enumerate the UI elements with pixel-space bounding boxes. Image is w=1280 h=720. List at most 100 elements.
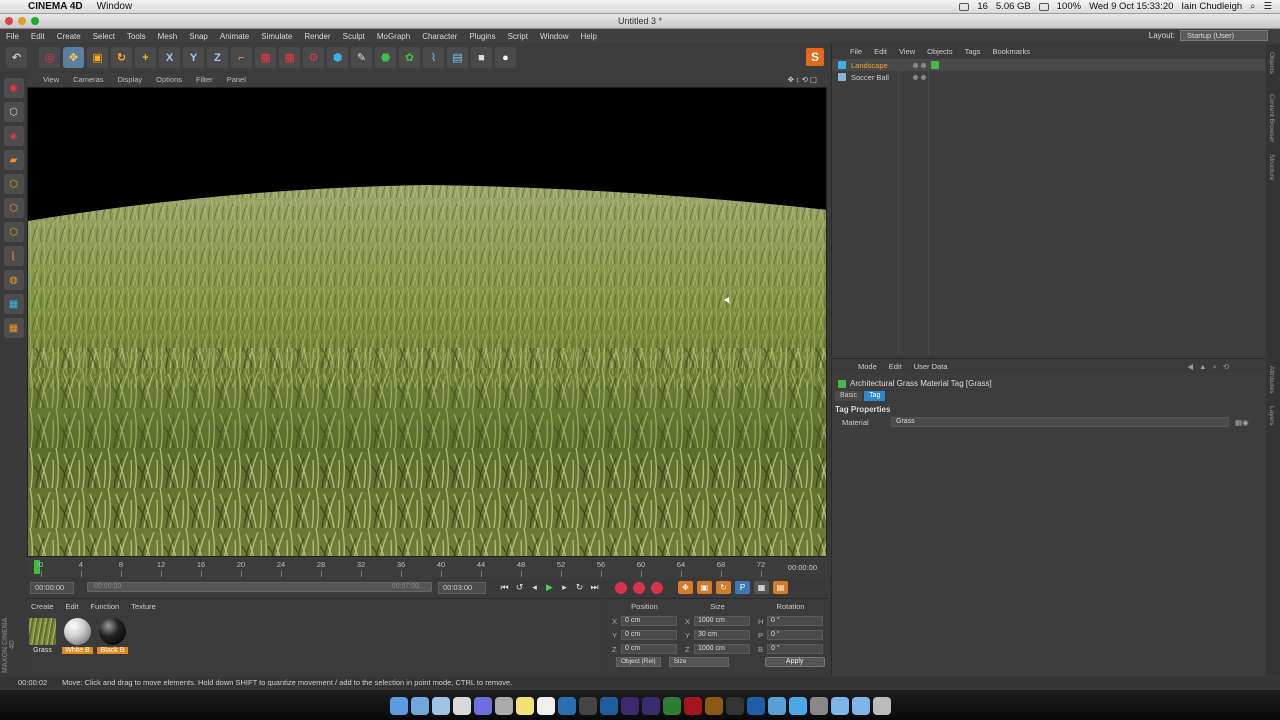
app-icon[interactable] [767,697,786,715]
safari-icon[interactable] [410,697,429,715]
position-z-field[interactable]: 0 cm [621,644,677,654]
tab-basic[interactable]: Basic [835,391,863,401]
link-menu-icon[interactable]: ▦◉ [1235,418,1249,427]
grass-tag-icon[interactable] [931,61,939,69]
menu-simulate[interactable]: Simulate [261,32,292,41]
itunes-icon[interactable] [473,697,492,715]
timeline-window-icon[interactable]: ▤ [773,581,788,594]
viewport-nav-icons[interactable]: ✥↕⟲▢ [788,75,819,84]
light-icon[interactable]: ● [495,47,516,68]
attr-menu-edit[interactable]: Edit [889,362,902,371]
texture-mode-icon[interactable]: ◈ [3,126,24,146]
app-icon[interactable] [725,697,744,715]
y-axis-icon[interactable]: Y [183,47,204,68]
spotlight-icon[interactable]: ⌕ [1250,1,1255,12]
menu-sculpt[interactable]: Sculpt [343,32,365,41]
z-axis-icon[interactable]: Z [207,47,228,68]
word-icon[interactable] [746,697,765,715]
position-x-field[interactable]: 0 cm [621,616,677,626]
render-picture-icon[interactable]: ▦ [279,47,300,68]
rotation-p-field[interactable]: 0 ° [767,630,823,640]
attr-menu-mode[interactable]: Mode [858,362,877,371]
flash-icon[interactable] [683,697,702,715]
cinema4d-icon[interactable] [557,697,576,715]
scale-icon[interactable]: ▣ [87,47,108,68]
obj-menu-tags[interactable]: Tags [965,47,981,56]
material-white-ball[interactable]: White B [62,618,93,654]
attr-menu-user-data[interactable]: User Data [914,362,948,371]
add-icon[interactable]: + [135,47,156,68]
premiere-icon[interactable] [620,697,639,715]
viewport-menu-panel[interactable]: Panel [227,75,246,84]
menu-window[interactable]: Window [540,32,568,41]
photoshop-icon[interactable] [599,697,618,715]
menu-snap[interactable]: Snap [189,32,208,41]
visibility-dots[interactable] [913,74,926,80]
end-time-field[interactable]: 00:03:00 [438,582,486,594]
viewport-menu-filter[interactable]: Filter [196,75,213,84]
photos-icon[interactable] [494,697,513,715]
live-selection-icon[interactable]: ◎ [39,47,60,68]
viewport-menu-options[interactable]: Options [156,75,182,84]
object-row-soccer-ball[interactable]: Soccer Ball [832,71,1265,83]
system-prefs-icon[interactable] [809,697,828,715]
menu-character[interactable]: Character [422,32,457,41]
scale-key-icon[interactable]: ▣ [697,581,712,594]
world-coord-icon[interactable]: ⌐ [231,47,252,68]
render-settings-icon[interactable]: ⚙ [303,47,324,68]
menu-mograph[interactable]: MoGraph [377,32,410,41]
menu-edit[interactable]: Edit [31,32,45,41]
axis-mode-icon[interactable]: ⌊ [3,246,24,266]
tweak-mode-icon[interactable]: ◍ [3,270,24,290]
object-name[interactable]: Landscape [851,61,901,70]
coord-mode-dropdown[interactable]: Object (Rel) [616,657,661,667]
param-key-icon[interactable]: P [735,581,750,594]
goto-end-icon[interactable]: ⏭ [587,581,602,594]
side-tab-objects[interactable]: Objects [1268,52,1275,74]
points-mode-icon[interactable]: ⬡ [3,174,24,194]
menu-file[interactable]: File [6,32,19,41]
render-view-icon[interactable]: ▦ [255,47,276,68]
undo-icon[interactable]: ↶ [6,47,27,68]
mac-app-name[interactable]: CINEMA 4D [28,1,83,12]
obj-menu-bookmarks[interactable]: Bookmarks [992,47,1030,56]
material-link-field[interactable]: Grass [891,417,1229,427]
workplane-icon[interactable]: ▰ [3,150,24,170]
user-name[interactable]: Iain Chudleigh [1181,1,1242,12]
coord-size-dropdown[interactable]: Size [668,657,729,667]
next-frame-icon[interactable]: ▸ [557,581,572,594]
deformer-icon[interactable]: ⌇ [423,47,444,68]
range-slider[interactable]: 00:00:00 00:07:00 [87,582,432,592]
timeline-ruler[interactable]: 0 4 8 12 16 20 24 28 32 36 40 44 48 52 56 60 64 68 72 00:0… [27,558,827,578]
object-row-landscape[interactable]: Landscape [832,59,1265,71]
play-icon[interactable]: ▶ [542,581,557,594]
move-icon[interactable]: ✥ [63,47,84,68]
menu-create[interactable]: Create [57,32,81,41]
size-x-field[interactable]: 1000 cm [694,616,750,626]
side-tab-content-browser[interactable]: Content Browser [1268,94,1275,142]
position-key-icon[interactable]: ✥ [678,581,693,594]
model-mode-icon[interactable]: ⬡ [3,102,24,122]
mat-menu-edit[interactable]: Edit [66,602,79,614]
pla-key-icon[interactable]: ▦ [754,581,769,594]
position-y-field[interactable]: 0 cm [621,630,677,640]
tab-tag[interactable]: Tag [864,391,886,401]
viewport-menu-cameras[interactable]: Cameras [73,75,103,84]
mail-icon[interactable] [431,697,450,715]
rotation-b-field[interactable]: 0 ° [767,644,823,654]
clock[interactable]: Wed 9 Oct 15:33:20 [1089,1,1173,12]
3d-viewport[interactable] [27,87,827,557]
twitter-icon[interactable] [788,697,807,715]
dreamweaver-icon[interactable] [662,697,681,715]
obj-menu-objects[interactable]: Objects [927,47,952,56]
prev-frame-icon[interactable]: ◂ [527,581,542,594]
obj-menu-view[interactable]: View [899,47,915,56]
cube-icon[interactable]: ⬢ [327,47,348,68]
menu-plugins[interactable]: Plugins [469,32,495,41]
menu-animate[interactable]: Animate [220,32,249,41]
polygons-mode-icon[interactable]: ⬡ [3,222,24,242]
illustrator-icon[interactable] [704,697,723,715]
chrome-icon[interactable] [452,697,471,715]
goto-prev-key-icon[interactable]: ↺ [512,581,527,594]
app-icon[interactable] [578,697,597,715]
